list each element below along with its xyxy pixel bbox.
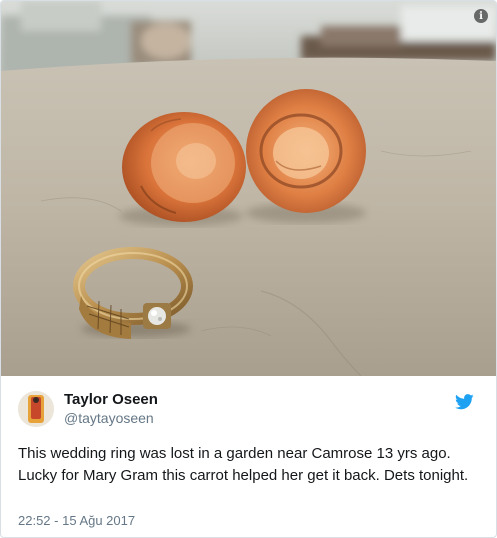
- right-carrot-piece: [246, 89, 366, 213]
- tweet-author[interactable]: Taylor Oseen @taytayoseen: [18, 390, 158, 427]
- tweet-timestamp[interactable]: 22:52 - 15 Ağu 2017: [18, 513, 135, 528]
- tweet-card[interactable]: i Taylor Oseen @taytayoseen This wedding…: [0, 0, 497, 538]
- author-display-name[interactable]: Taylor Oseen: [64, 390, 158, 409]
- info-icon[interactable]: i: [474, 9, 488, 23]
- tweet-text: This wedding ring was lost in a garden n…: [18, 445, 469, 484]
- author-handle[interactable]: @taytayoseen: [64, 409, 158, 427]
- avatar[interactable]: [18, 390, 54, 427]
- tweet-photo[interactable]: i: [1, 1, 496, 376]
- ring-and-carrot-image: [1, 1, 496, 376]
- twitter-bird-icon[interactable]: [455, 394, 474, 410]
- left-carrot-piece: [122, 112, 246, 222]
